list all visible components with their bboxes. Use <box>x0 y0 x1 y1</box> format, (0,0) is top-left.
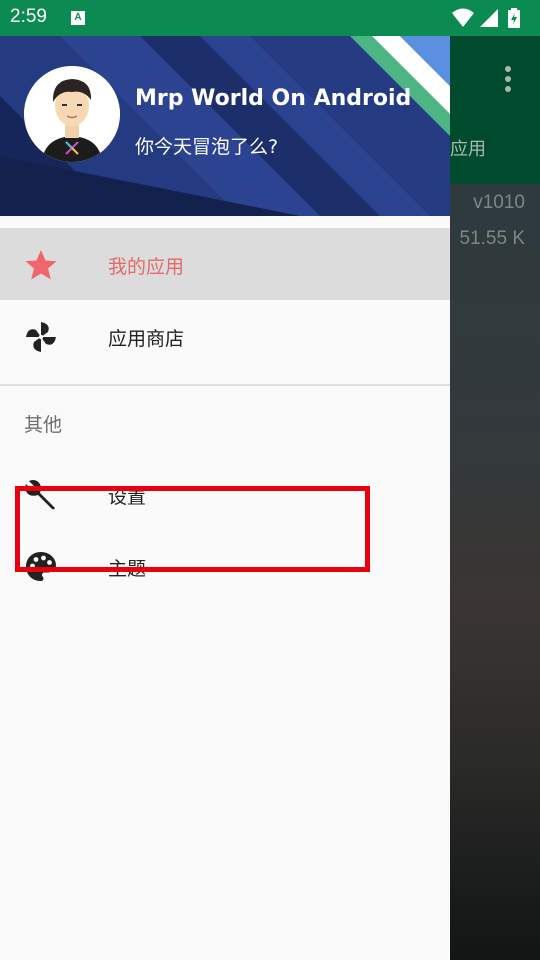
star-icon <box>25 250 57 280</box>
menu-item-my-apps[interactable]: 我的应用 <box>0 228 450 300</box>
status-bar: 2:59 A <box>0 0 540 36</box>
user-avatar[interactable] <box>24 66 120 162</box>
background-app-size: 51.55 K <box>459 228 526 249</box>
background-app-version: v1010 <box>473 192 525 213</box>
background-tab-label: 应用 <box>450 139 486 160</box>
signal-icon <box>480 9 498 27</box>
battery-icon <box>508 8 520 28</box>
wifi-icon <box>452 8 474 27</box>
section-title-other: 其他 <box>24 414 63 436</box>
avatar-illustration <box>24 66 120 162</box>
header-title: Mrp World On Android <box>135 86 412 111</box>
header-subtitle: 你今天冒泡了么? <box>135 136 279 158</box>
background-toolbar: 应用 <box>450 36 540 184</box>
menu-item-label: 我的应用 <box>108 256 185 278</box>
menu-item-label: 应用商店 <box>108 328 185 350</box>
overflow-menu-icon <box>502 66 514 92</box>
app-notification-icon: A <box>71 11 85 25</box>
status-time: 2:59 <box>10 6 47 27</box>
pinwheel-icon <box>26 322 56 352</box>
menu-item-app-store[interactable]: 应用商店 <box>0 300 450 372</box>
background-content <box>450 184 540 960</box>
divider <box>0 384 450 386</box>
background-app: 应用 v1010 51.55 K <box>450 36 540 960</box>
status-icons <box>452 8 532 28</box>
highlight-box <box>15 486 370 572</box>
header-gap <box>0 216 450 228</box>
drawer-header: Mrp World On Android 你今天冒泡了么? <box>0 36 450 216</box>
